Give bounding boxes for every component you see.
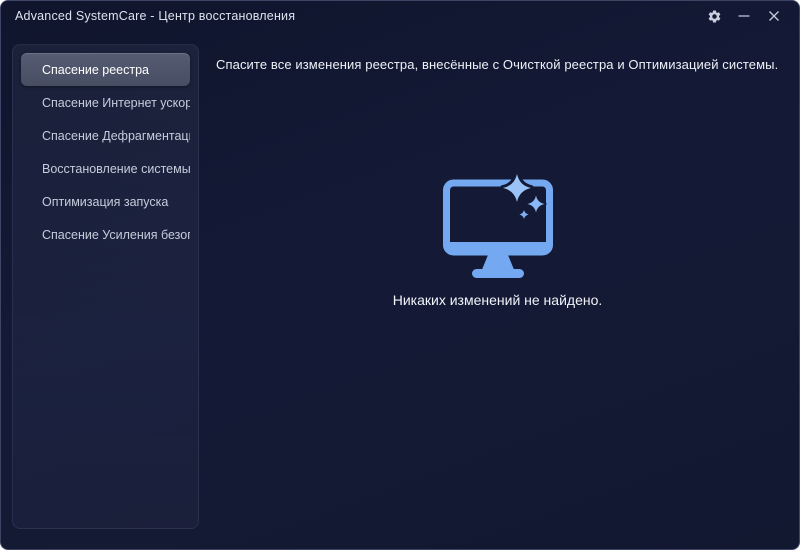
sidebar-item-defrag-rescue[interactable]: Спасение Дефрагментаци…: [21, 119, 190, 152]
main-content: Спасите все изменения реестра, внесённые…: [199, 31, 799, 549]
close-icon: [768, 10, 780, 22]
page-description: Спасите все изменения реестра, внесённые…: [216, 57, 779, 72]
sidebar-item-label: Спасение Интернет ускор…: [42, 95, 190, 110]
minimize-icon: [738, 10, 750, 22]
close-button[interactable]: [761, 4, 787, 28]
sidebar-item-label: Оптимизация запуска: [42, 194, 169, 209]
window-title: Advanced SystemCare - Центр восстановлен…: [15, 9, 296, 23]
settings-gear-icon: [707, 9, 722, 24]
window-controls: [701, 4, 787, 28]
sidebar-item-security-reinforce-rescue[interactable]: Спасение Усиления безоп…: [21, 218, 190, 251]
titlebar: Advanced SystemCare - Центр восстановлен…: [1, 1, 799, 31]
window-body: Спасение реестра Спасение Интернет ускор…: [1, 31, 799, 549]
sidebar: Спасение реестра Спасение Интернет ускор…: [12, 44, 199, 529]
empty-state: Никаких изменений не найдено.: [216, 172, 779, 308]
sidebar-item-system-restore[interactable]: Восстановление системы: [21, 152, 190, 185]
sidebar-item-label: Восстановление системы: [42, 161, 190, 176]
sidebar-item-label: Спасение реестра: [42, 62, 149, 77]
settings-button[interactable]: [701, 4, 727, 28]
sidebar-item-startup-optimization[interactable]: Оптимизация запуска: [21, 185, 190, 218]
minimize-button[interactable]: [731, 4, 757, 28]
empty-state-message: Никаких изменений не найдено.: [392, 292, 603, 308]
app-window: Advanced SystemCare - Центр восстановлен…: [0, 0, 800, 550]
sidebar-item-label: Спасение Усиления безоп…: [42, 227, 190, 242]
monitor-with-sparkles-icon: [442, 172, 554, 282]
sidebar-item-internet-booster-rescue[interactable]: Спасение Интернет ускор…: [21, 86, 190, 119]
sidebar-item-label: Спасение Дефрагментаци…: [42, 128, 190, 143]
sidebar-item-registry-rescue[interactable]: Спасение реестра: [21, 53, 190, 86]
